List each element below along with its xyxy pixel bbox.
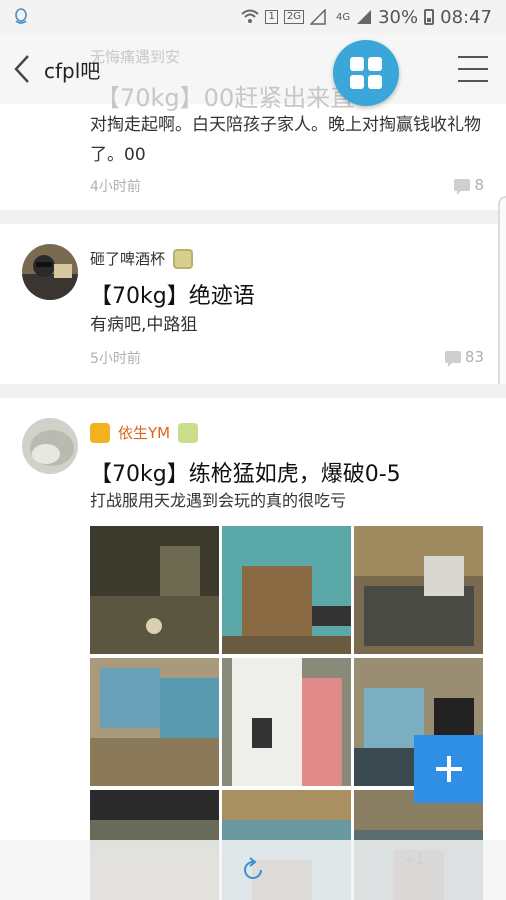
new-post-button[interactable]: [414, 735, 483, 803]
grid-menu-icon: [350, 57, 364, 71]
post-title: 【70kg】绝迹语: [90, 284, 255, 309]
post-comment-count[interactable]: 83: [444, 348, 484, 367]
hamburger-menu-icon[interactable]: [458, 56, 488, 82]
sim-indicator: 1: [265, 10, 278, 24]
battery-percent: 30%: [378, 6, 419, 28]
post-item[interactable]: 依生YM 【70kg】练枪猛如虎，爆破0-5 打战服用天龙遇到会玩的真的很吃亏: [0, 398, 506, 900]
level-badge-icon: [173, 248, 194, 269]
qq-icon: [15, 8, 27, 24]
overlay-author-faint: 无悔痛遇到安: [90, 48, 181, 66]
post-item[interactable]: 对掏走起啊。白天陪孩子家人。晚上对掏赢钱收礼物了。00 4小时前 8: [0, 104, 506, 222]
network-2g-indicator: 2G: [283, 10, 304, 24]
feed-divider: [0, 210, 506, 224]
status-bar: 1 2G 4G 30% 08:47: [0, 0, 506, 34]
bottom-faint-text: +1: [404, 852, 425, 868]
post-image[interactable]: [222, 658, 351, 786]
post-author[interactable]: 依生YM: [90, 422, 199, 443]
plus-icon: [435, 756, 462, 782]
refresh-icon[interactable]: [239, 856, 267, 884]
battery-icon: [424, 9, 435, 25]
comment-count-text: 83: [464, 348, 484, 366]
top-header: 无悔痛遇到安 【70kg】00赶紧出来直 cfpl吧: [0, 34, 506, 112]
post-comment-count[interactable]: 8: [454, 176, 484, 195]
post-image[interactable]: [90, 526, 219, 654]
network-type-label: 4G: [335, 11, 351, 23]
author-name: 砸了啤酒杯: [90, 250, 166, 268]
comment-icon: [444, 351, 461, 367]
post-body: 有病吧,中路狙: [90, 315, 198, 335]
post-image[interactable]: [222, 526, 351, 654]
avatar[interactable]: [22, 418, 78, 474]
signal-icon: [309, 9, 326, 25]
back-button[interactable]: [0, 34, 44, 104]
bottom-bar: +1: [0, 840, 506, 900]
clock: 08:47: [440, 6, 492, 28]
post-time: 5小时前: [90, 351, 141, 367]
grid-menu-button[interactable]: [333, 40, 399, 106]
post-author[interactable]: 砸了啤酒杯: [90, 248, 194, 269]
comment-count-text: 8: [474, 176, 484, 194]
post-time: 4小时前: [90, 179, 141, 195]
overlay-title-faint: 【70kg】00赶紧出来直: [96, 84, 355, 112]
avatar[interactable]: [22, 244, 78, 300]
post-body: 打战服用天龙遇到会玩的真的很吃亏: [90, 491, 347, 510]
signal-icon-2: [357, 10, 372, 24]
post-image[interactable]: [90, 658, 219, 786]
post-item[interactable]: 砸了啤酒杯 【70kg】绝迹语 有病吧,中路狙 5小时前 83: [0, 224, 506, 384]
crown-icon: [90, 422, 110, 443]
feed-divider: [0, 384, 506, 398]
post-image[interactable]: [354, 526, 483, 654]
back-arrow-icon: [14, 55, 29, 83]
wifi-icon: [241, 9, 260, 23]
comment-icon: [454, 179, 471, 195]
author-name: 依生YM: [118, 424, 171, 442]
post-title: 【70kg】练枪猛如虎，爆破0-5: [90, 462, 401, 487]
zodiac-badge-icon: [178, 422, 199, 443]
post-body: 对掏走起啊。白天陪孩子家人。晚上对掏赢钱收礼物了。00: [90, 115, 481, 165]
